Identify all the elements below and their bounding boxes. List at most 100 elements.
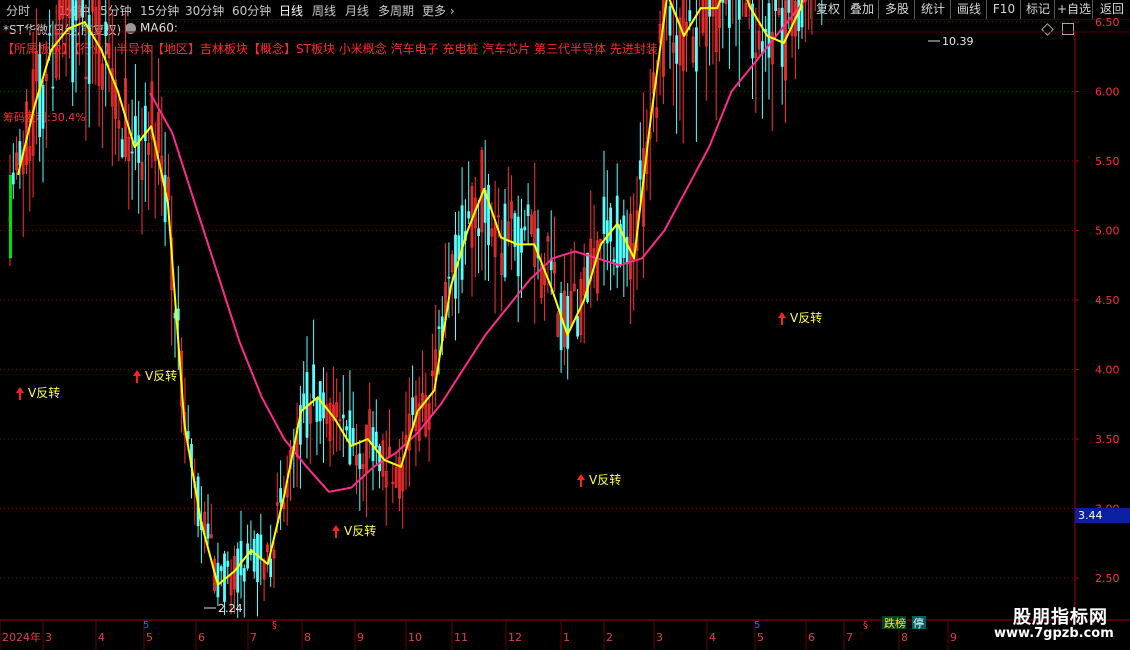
halt-badge: 停 <box>913 616 924 630</box>
x-tick-label: 3 <box>656 631 663 644</box>
candle-body <box>71 0 75 83</box>
y-tick-label: 6.50 <box>1095 16 1120 29</box>
up-arrow-icon <box>133 370 141 383</box>
candle-body <box>41 85 45 129</box>
x-tick-label: 8 <box>304 631 311 644</box>
x-tick-label: 7 <box>846 631 853 644</box>
candle-body <box>675 35 678 64</box>
candle-body <box>460 205 464 280</box>
candle-body <box>605 220 609 244</box>
candle-body <box>615 195 619 268</box>
candle-body <box>259 534 263 560</box>
candle-body <box>48 33 51 36</box>
candle-body <box>559 293 563 351</box>
y-tick-label: 5.50 <box>1095 155 1120 168</box>
x-tick-label: 3 <box>45 631 52 644</box>
candle-body <box>348 410 352 465</box>
candle-body <box>11 172 15 185</box>
candle-body <box>374 431 378 448</box>
candle-body <box>566 295 570 349</box>
y-tick-label: 3.50 <box>1095 433 1120 446</box>
candle-body <box>520 228 523 253</box>
candle-body <box>236 548 240 593</box>
candle-body <box>477 228 481 236</box>
candle-body <box>516 216 520 277</box>
candle-body <box>81 0 84 18</box>
candle-body <box>345 426 349 431</box>
x-tick-label: 9 <box>950 631 957 644</box>
candle-body <box>467 211 471 219</box>
x-tick-label: 2024年 <box>2 630 41 644</box>
candle-body <box>447 276 451 279</box>
signal-label: V反转 <box>28 385 60 400</box>
candle-body <box>239 540 243 576</box>
watermark-url: www.7gpzb.com <box>994 626 1114 641</box>
y-tick-label: 4.50 <box>1095 294 1120 307</box>
candle-body <box>576 316 579 337</box>
ma60-line <box>149 0 807 493</box>
signal-label: V反转 <box>344 523 376 538</box>
signal-label: V反转 <box>790 310 822 325</box>
candle-body <box>120 139 124 158</box>
event-badge: 5 <box>143 620 149 631</box>
candle-body <box>302 393 306 409</box>
candle-body <box>252 538 256 572</box>
x-tick-label: 6 <box>808 631 815 644</box>
y-tick-label: 4.00 <box>1095 364 1120 377</box>
event-badge: 5 <box>754 620 760 631</box>
x-tick-label: 11 <box>454 631 468 644</box>
event-badge: § <box>272 620 277 631</box>
candle-body <box>513 213 517 247</box>
x-tick-label: 6 <box>198 631 205 644</box>
candle-body <box>378 445 382 472</box>
y-tick-label: 6.00 <box>1095 86 1120 99</box>
kline-chart[interactable]: 10.009.509.008.508.007.507.006.506.005.5… <box>0 0 1130 650</box>
x-tick-label: 12 <box>508 631 522 644</box>
candle-body <box>133 116 137 144</box>
candle-body <box>87 14 91 84</box>
candle-body <box>737 0 741 20</box>
candle-body <box>256 534 259 582</box>
signal-label: V反转 <box>145 368 177 383</box>
candle-body <box>609 207 612 242</box>
x-tick-label: 8 <box>901 631 908 644</box>
x-tick-label: 10 <box>408 631 422 644</box>
candle-body <box>74 0 78 21</box>
candle-body <box>315 398 319 422</box>
up-arrow-icon <box>577 474 585 487</box>
candle-body <box>279 488 283 503</box>
candle-body <box>602 196 606 234</box>
candle-body <box>728 0 731 28</box>
candle-body <box>695 27 698 72</box>
y-tick-label: 5.00 <box>1095 225 1120 238</box>
candle-body <box>487 184 490 246</box>
high-annotation: 10.39 <box>942 35 974 48</box>
low-annotation: 2.24 <box>218 602 243 615</box>
candle-body <box>242 568 246 582</box>
up-arrow-icon <box>778 312 786 325</box>
candle-body <box>351 428 355 445</box>
candle-body <box>767 3 771 58</box>
x-tick-label: 1 <box>563 631 570 644</box>
x-tick-label: 4 <box>98 631 105 644</box>
candle-body <box>523 226 527 231</box>
candle-body <box>104 21 108 36</box>
x-tick-label: 9 <box>357 631 364 644</box>
candle-body <box>612 259 616 262</box>
candle-body <box>411 397 415 415</box>
up-arrow-icon <box>332 525 340 538</box>
candle-body <box>269 558 273 578</box>
volume-bar <box>9 174 12 259</box>
candle-body <box>780 7 784 67</box>
candle-body <box>526 204 530 216</box>
x-tick-label: 4 <box>709 631 716 644</box>
candle-body <box>341 414 345 419</box>
x-tick-label: 7 <box>250 631 257 644</box>
candle-body <box>130 151 134 154</box>
x-tick-label: 5 <box>757 631 764 644</box>
candle-body <box>668 6 672 36</box>
candle-body <box>787 0 791 13</box>
candle-body <box>638 160 642 180</box>
candle-body <box>503 203 507 278</box>
candle-body <box>721 0 725 3</box>
